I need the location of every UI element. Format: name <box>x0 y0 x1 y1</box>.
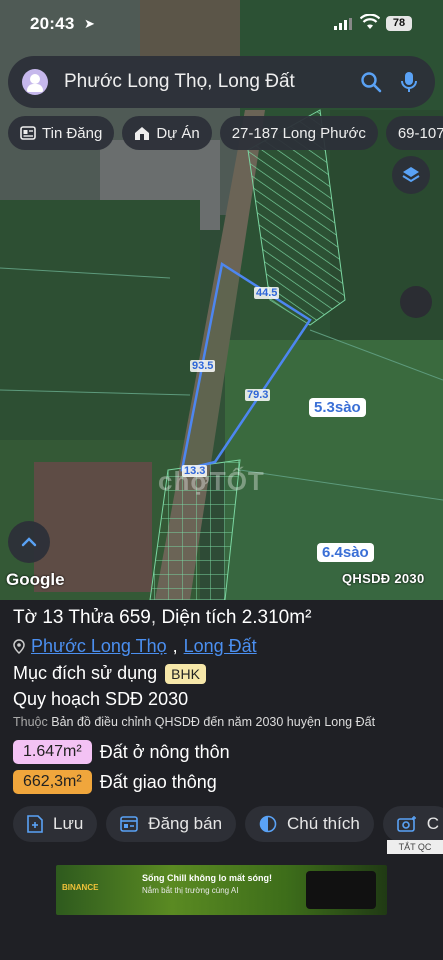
ad-brand: BINANCE <box>62 883 99 892</box>
location-arrow-icon: ➤ <box>84 16 95 31</box>
chip-du-an[interactable]: Dự Án <box>122 116 212 150</box>
area-label: 6.4sào <box>317 543 374 562</box>
purpose-code-badge[interactable]: BHK <box>165 663 206 684</box>
building-icon <box>135 127 150 140</box>
ad-subline: Nắm bắt thị trường cùng AI <box>142 886 239 895</box>
listing-icon <box>120 816 139 832</box>
ad-phone-image <box>306 871 376 909</box>
chip-69-107[interactable]: 69-107 <box>385 116 443 150</box>
ward-link[interactable]: Phước Long Thọ <box>31 636 167 657</box>
zone-area-badge: 662,3m² <box>13 770 92 794</box>
parcel-title: Tờ 13 Thửa 659, Diện tích 2.310m² <box>13 607 312 628</box>
area-value: 2.310m² <box>241 607 312 628</box>
edge-length-label: 44.5 <box>254 287 280 299</box>
save-button[interactable]: Lưu <box>13 806 98 842</box>
status-bar: 20:43 ➤ 78 <box>0 0 443 48</box>
parcel-info-sheet: Tờ 13 Thửa 659, Diện tích 2.310m² Phước … <box>0 600 443 960</box>
contrast-icon <box>259 815 277 833</box>
action-buttons: Lưu Đăng bán Chú thích C <box>13 806 443 842</box>
chevron-up-icon <box>21 537 37 547</box>
zone-row: 1.647m² Đất ở nông thôn <box>13 740 230 764</box>
area-prefix: Diện tích <box>161 607 237 628</box>
chip-label: Dự Án <box>156 124 200 142</box>
avatar[interactable] <box>22 69 48 95</box>
close-ad-button[interactable]: TẮT QC <box>387 840 443 854</box>
edge-length-label: 79.3 <box>245 389 271 401</box>
zone-area-badge: 1.647m² <box>13 740 92 764</box>
sheet-number: Tờ 13 <box>13 607 64 628</box>
newspaper-icon <box>20 126 36 140</box>
chip-label: 27-187 Long Phước <box>231 124 366 142</box>
google-attribution: Google <box>6 570 65 589</box>
map-view[interactable]: 20:43 ➤ 78 Phước Long Thọ, Long Đất Tin … <box>0 0 443 600</box>
area-label: 5.3sào <box>309 398 366 417</box>
clock: 20:43 <box>30 14 75 33</box>
watermark: chợTỐT <box>158 466 265 496</box>
plot-number: Thửa 659 <box>68 607 151 628</box>
button-label: Đăng bán <box>148 814 223 833</box>
layers-icon <box>402 167 420 183</box>
purpose-label: Mục đích sử dụng <box>13 663 158 683</box>
ad-banner[interactable]: BINANCE Sống Chill không lo mất sóng! Nắ… <box>56 865 387 915</box>
chip-label: Tin Đăng <box>42 124 103 142</box>
search-input[interactable]: Phước Long Thọ, Long Đất <box>64 71 359 93</box>
battery-indicator: 78 <box>386 16 412 31</box>
button-label: Lưu <box>53 814 84 833</box>
microphone-icon[interactable] <box>397 70 421 94</box>
district-link[interactable]: Long Đất <box>184 636 257 657</box>
camera-button[interactable]: C <box>382 806 443 842</box>
search-bar[interactable]: Phước Long Thọ, Long Đất <box>8 56 435 108</box>
wifi-icon <box>360 14 380 29</box>
camera-icon <box>396 816 416 832</box>
save-icon <box>27 815 43 833</box>
land-use-purpose: Mục đích sử dụng BHK <box>13 663 206 684</box>
layer-name: QHSDĐ 2030 <box>342 571 425 586</box>
map-control-button[interactable] <box>400 286 432 318</box>
plan-label: Quy hoạch SDĐ 2030 <box>13 689 189 709</box>
zone-label: Đất ở nông thôn <box>99 741 230 762</box>
post-sale-button[interactable]: Đăng bán <box>106 806 237 842</box>
layers-button[interactable] <box>392 156 430 194</box>
chip-label: 69-107 <box>397 124 443 142</box>
zone-label: Đất giao thông <box>99 771 217 792</box>
chip-long-phuoc[interactable]: 27-187 Long Phước <box>219 116 378 150</box>
chip-tin-dang[interactable]: Tin Đăng <box>8 116 115 150</box>
location-pin-icon <box>13 639 25 654</box>
ad-headline: Sống Chill không lo mất sóng! <box>142 873 272 883</box>
button-label: Chú thích <box>287 814 360 833</box>
recenter-button[interactable] <box>8 521 50 563</box>
cellular-signal-icon <box>334 18 352 30</box>
search-icon[interactable] <box>359 70 383 94</box>
note-prefix: Thuộc <box>13 715 48 729</box>
edge-length-label: 93.5 <box>190 360 216 372</box>
note-text: Bản đồ điều chỉnh QHSDĐ đến năm 2030 huy… <box>51 715 376 729</box>
plan-source-note: Thuộc Bản đồ điều chỉnh QHSDĐ đến năm 20… <box>13 715 375 729</box>
legend-button[interactable]: Chú thích <box>245 806 374 842</box>
zone-row: 662,3m² Đất giao thông <box>13 770 217 794</box>
button-label: C <box>426 814 440 833</box>
parcel-address: Phước Long Thọ, Long Đất <box>13 636 257 657</box>
filter-chips: Tin Đăng Dự Án 27-187 Long Phước 69-107 <box>8 116 443 150</box>
